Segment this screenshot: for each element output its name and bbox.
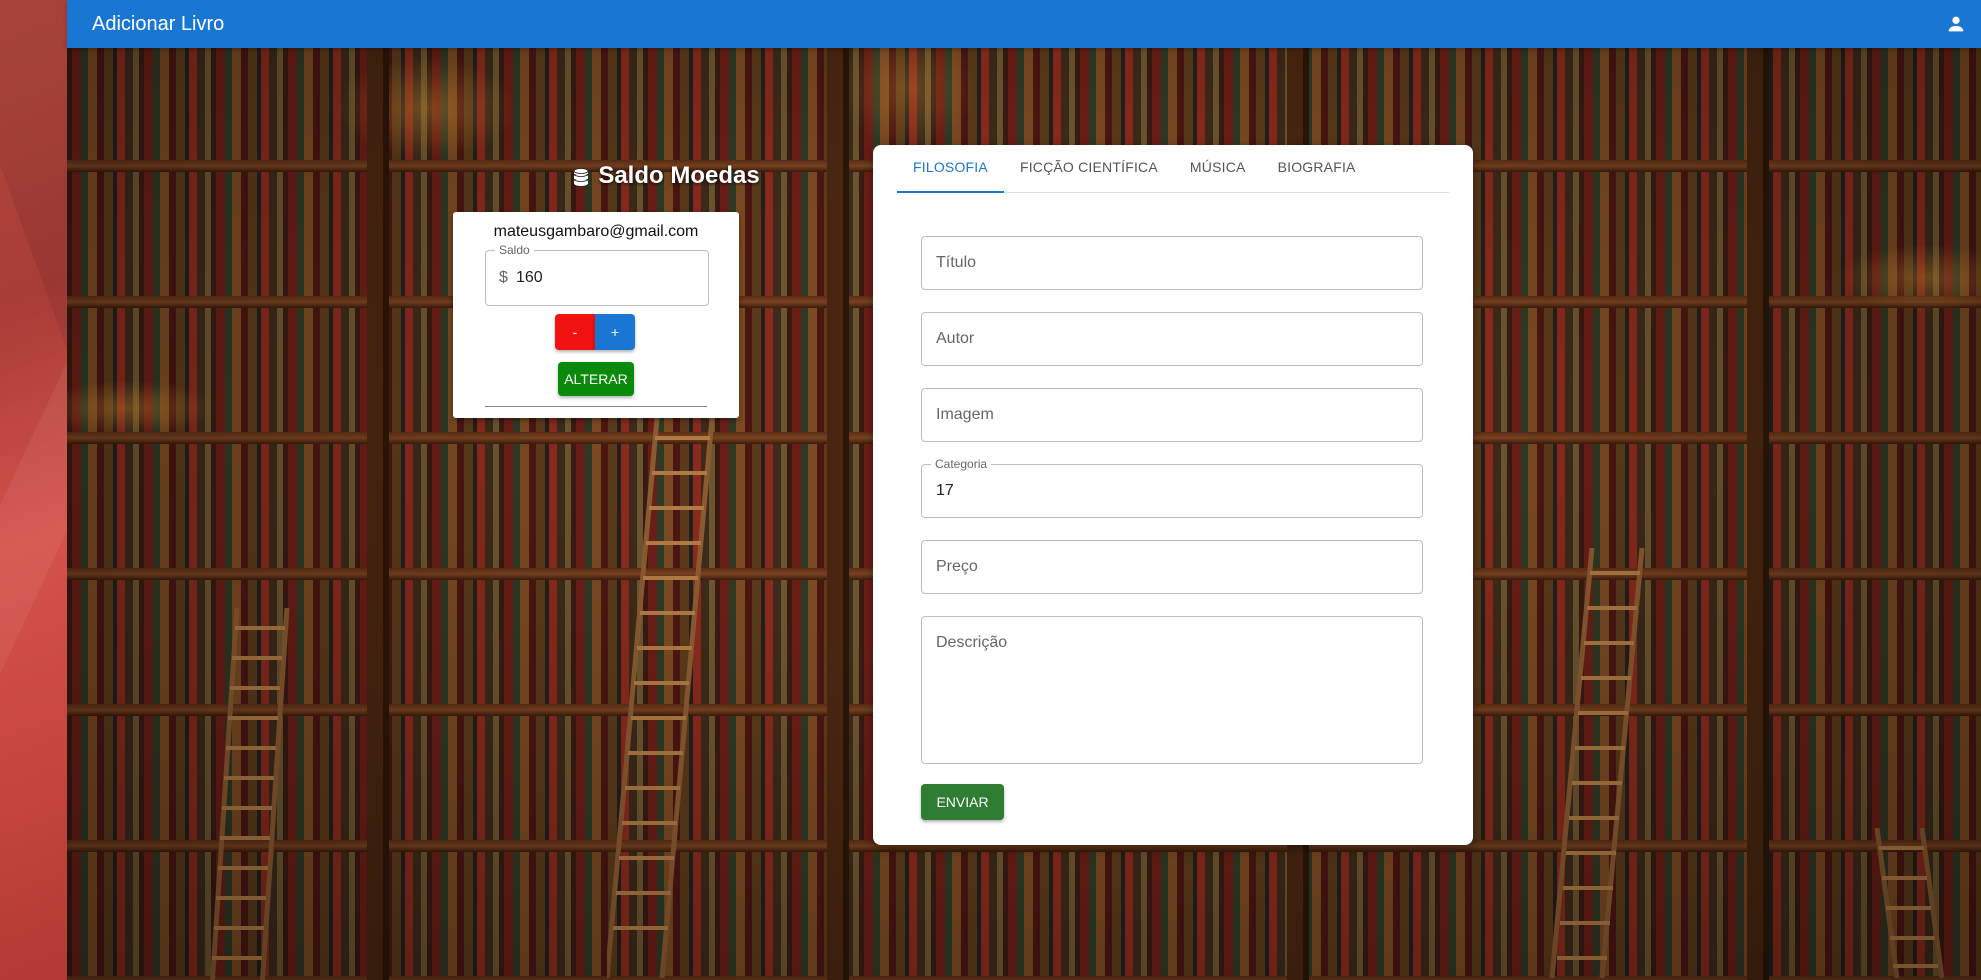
person-icon[interactable]	[1945, 13, 1967, 35]
saldo-value: 160	[516, 269, 543, 286]
tab-ficcao-cientifica[interactable]: FICÇÃO CIENTÍFICA	[1004, 145, 1174, 192]
imagem-field[interactable]: Imagem	[921, 388, 1423, 442]
categoria-value: 17	[936, 482, 954, 499]
saldo-card: mateusgambaro@gmail.com Saldo $ 160 - + …	[453, 212, 739, 418]
add-book-form: FILOSOFIA FICÇÃO CIENTÍFICA MÚSICA BIOGR…	[873, 145, 1473, 845]
autor-field[interactable]: Autor	[921, 312, 1423, 366]
decrement-button[interactable]: -	[555, 314, 595, 350]
coins-icon	[572, 166, 590, 187]
tab-biografia[interactable]: BIOGRAFIA	[1262, 145, 1372, 192]
increment-button[interactable]: +	[595, 314, 635, 350]
enviar-button[interactable]: ENVIAR	[921, 784, 1004, 820]
categoria-field[interactable]: Categoria 17	[921, 457, 1423, 518]
alterar-button[interactable]: ALTERAR	[558, 362, 634, 396]
titulo-field[interactable]: Título	[921, 236, 1423, 290]
ladder-decoration	[207, 608, 290, 980]
tab-filosofia[interactable]: FILOSOFIA	[897, 145, 1004, 193]
descricao-field[interactable]: Descrição	[921, 616, 1423, 764]
category-tabs: FILOSOFIA FICÇÃO CIENTÍFICA MÚSICA BIOGR…	[897, 145, 1449, 193]
ladder-decoration	[1867, 828, 1945, 978]
desktop-background	[0, 0, 67, 980]
ladder-decoration	[607, 418, 715, 978]
saldo-label: Saldo	[495, 243, 534, 257]
ladder-decoration	[1547, 548, 1645, 978]
page-title: Adicionar Livro	[92, 12, 225, 35]
preco-placeholder: Preço	[936, 558, 978, 575]
app-window: Adicionar Livro Saldo Moedas mateusgamba…	[67, 0, 1981, 980]
app-bar: Adicionar Livro	[67, 0, 1981, 48]
titulo-placeholder: Título	[936, 254, 977, 271]
divider	[485, 406, 707, 407]
categoria-label: Categoria	[931, 457, 992, 471]
preco-field[interactable]: Preço	[921, 540, 1423, 594]
saldo-heading: Saldo Moedas	[496, 162, 836, 190]
tab-musica[interactable]: MÚSICA	[1174, 145, 1262, 192]
autor-placeholder: Autor	[936, 330, 975, 347]
saldo-input[interactable]: Saldo $ 160	[485, 243, 709, 306]
user-email: mateusgambaro@gmail.com	[493, 223, 699, 240]
currency-prefix: $	[499, 269, 508, 286]
saldo-title: Saldo Moedas	[598, 162, 760, 189]
descricao-placeholder: Descrição	[936, 634, 1008, 651]
imagem-placeholder: Imagem	[936, 406, 994, 423]
